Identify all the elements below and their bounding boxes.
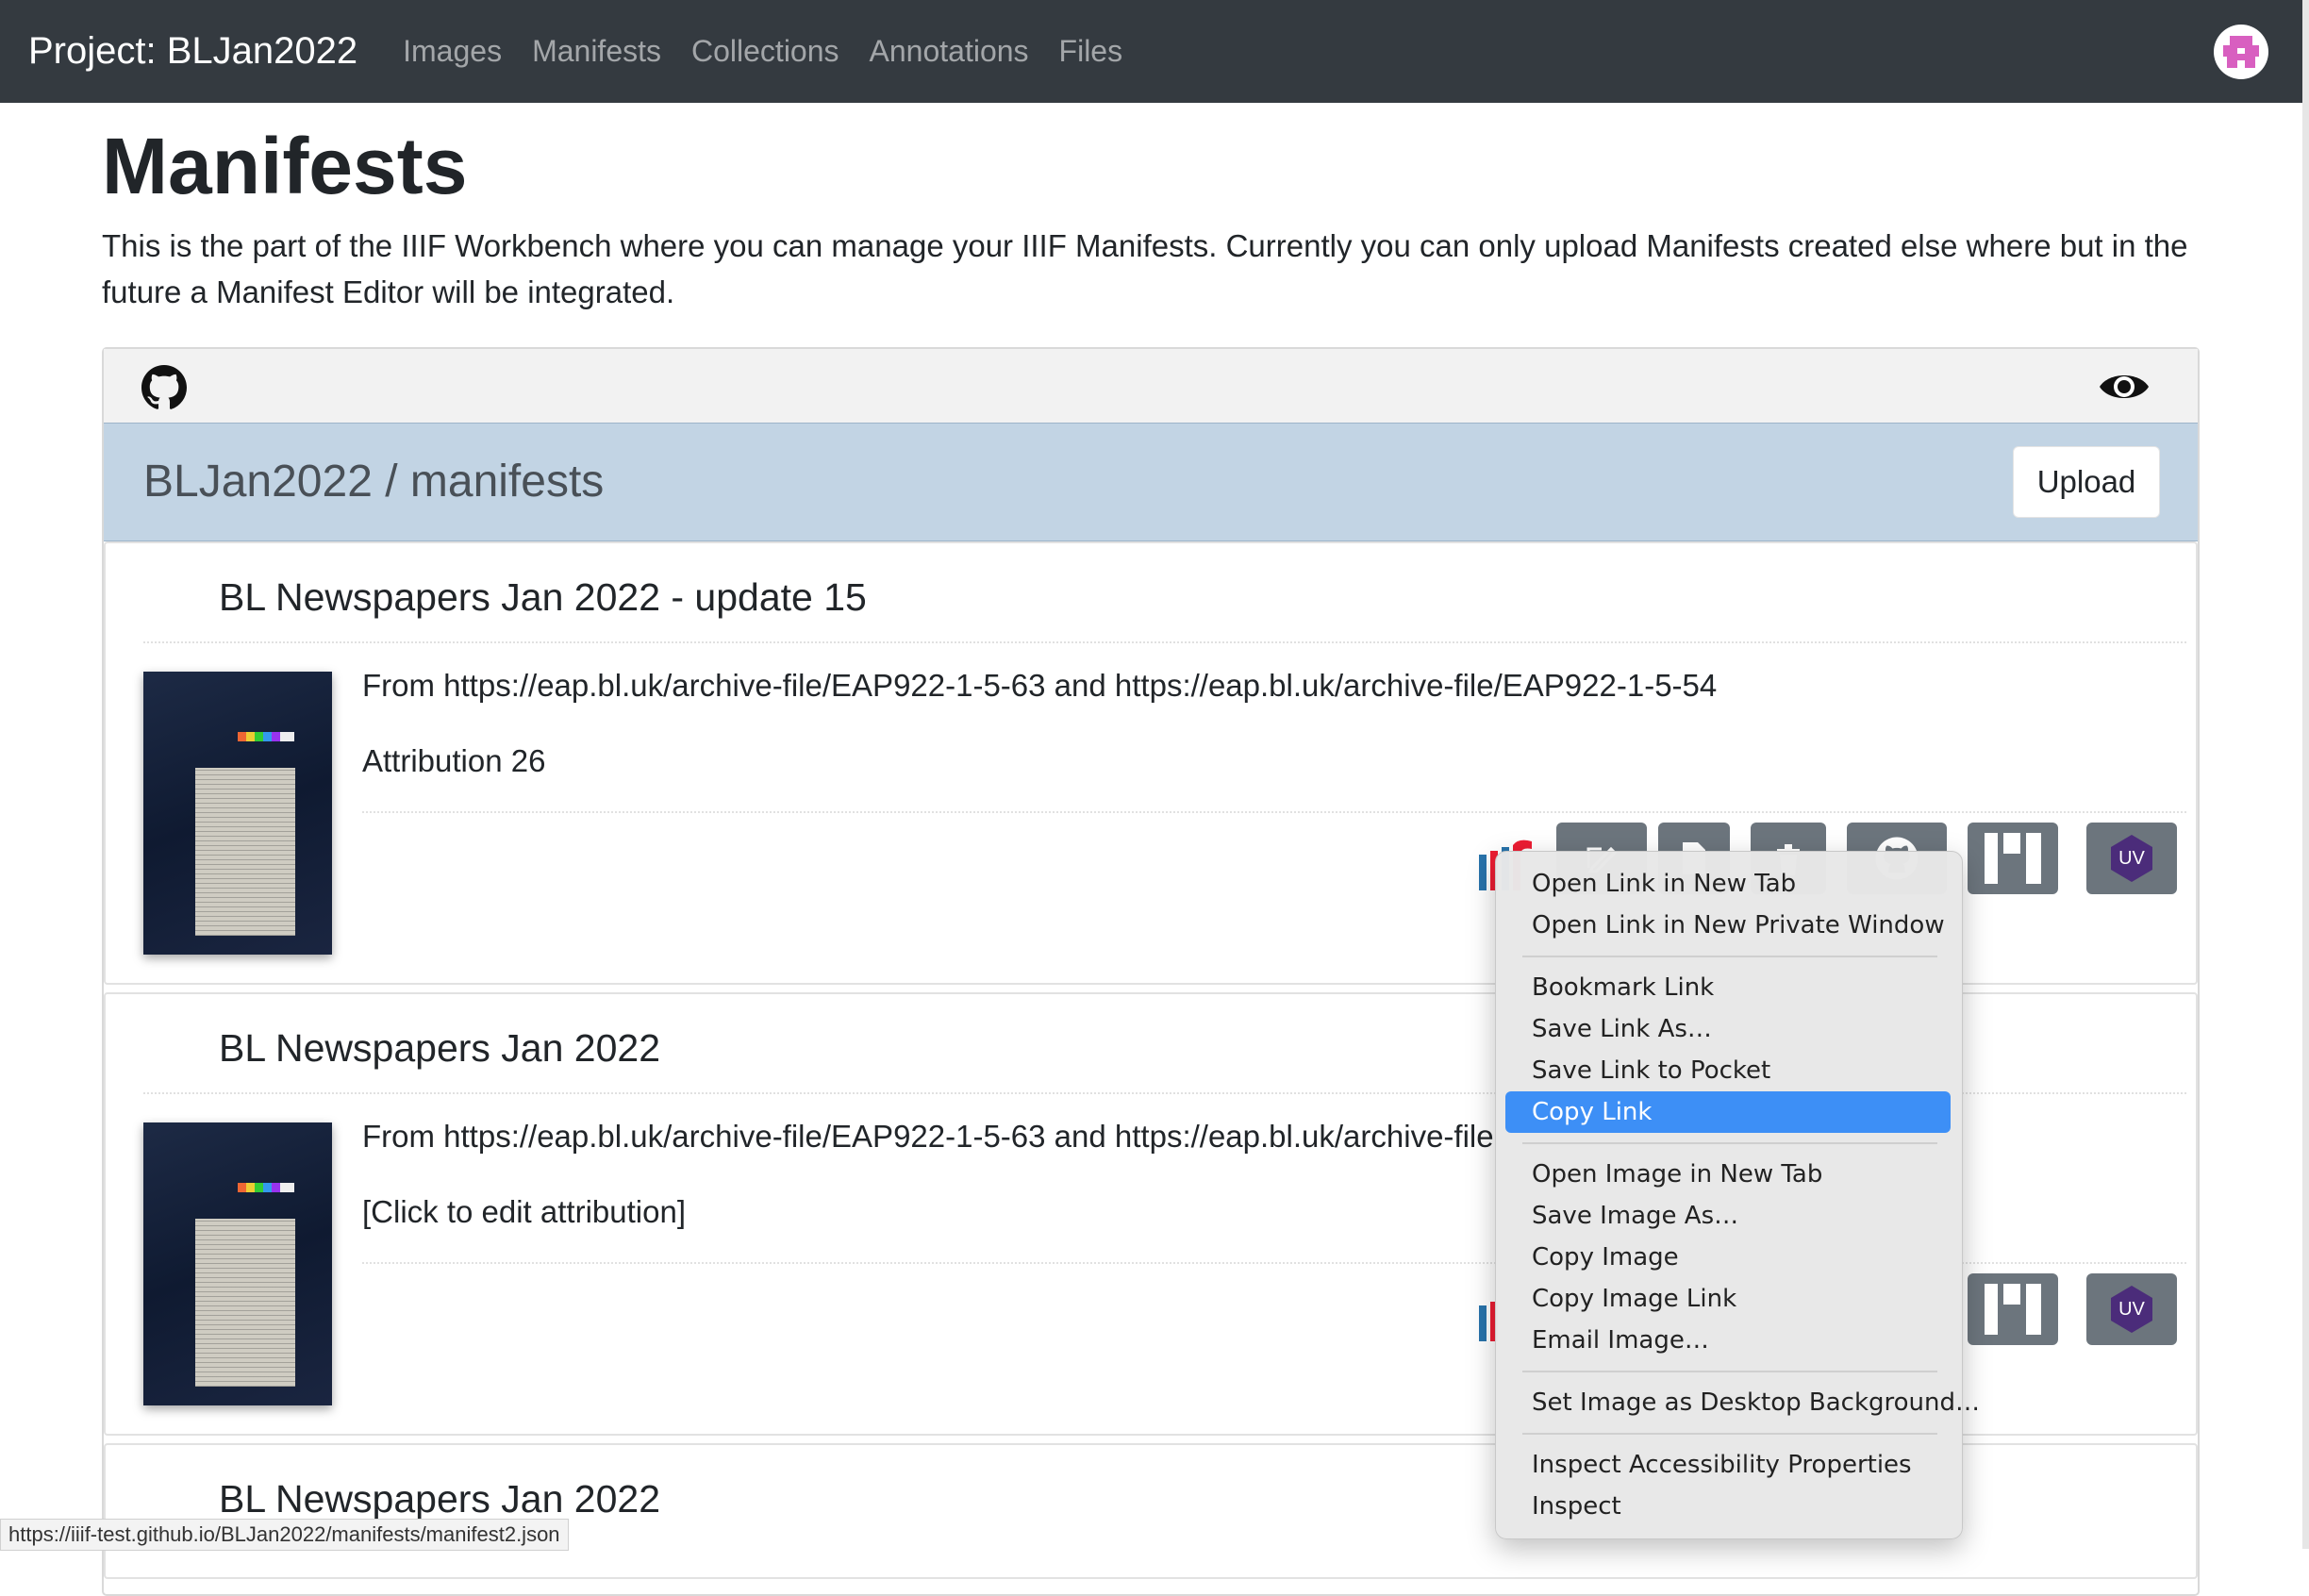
nav-link-manifests[interactable]: Manifests — [532, 34, 661, 69]
menu-email-image[interactable]: Email Image… — [1505, 1320, 1951, 1361]
upload-button[interactable]: Upload — [2013, 446, 2160, 518]
menu-separator — [1522, 1371, 1937, 1372]
manifest-title[interactable]: BL Newspapers Jan 2022 — [219, 1026, 660, 1071]
nav-link-annotations[interactable]: Annotations — [870, 34, 1029, 69]
nav-link-files[interactable]: Files — [1059, 34, 1123, 69]
menu-copy-link[interactable]: Copy Link — [1505, 1091, 1951, 1133]
divider — [143, 641, 2186, 643]
divider — [362, 811, 2186, 813]
mirador-button[interactable] — [1968, 823, 2058, 894]
universal-viewer-button[interactable]: UV — [2086, 823, 2177, 894]
menu-save-link-as[interactable]: Save Link As… — [1505, 1008, 1951, 1050]
uv-label: UV — [2118, 1298, 2145, 1320]
menu-separator — [1522, 956, 1937, 957]
context-menu: Open Link in New Tab Open Link in New Pr… — [1495, 851, 1980, 1539]
repo-header: BLJan2022 / manifests Upload — [104, 423, 2198, 541]
menu-bookmark-link[interactable]: Bookmark Link — [1505, 967, 1951, 1008]
mirador-icon — [1985, 1284, 2041, 1335]
status-bar-url: https://iiif-test.github.io/BLJan2022/ma… — [0, 1519, 569, 1551]
menu-inspect[interactable]: Inspect — [1505, 1486, 1951, 1527]
manifest-thumbnail[interactable] — [143, 672, 332, 955]
menu-open-link-private-window[interactable]: Open Link in New Private Window — [1505, 905, 1951, 946]
nav-link-images[interactable]: Images — [403, 34, 502, 69]
eye-icon[interactable] — [2098, 368, 2151, 406]
manifest-attribution[interactable]: [Click to edit attribution] — [362, 1194, 686, 1230]
uv-label: UV — [2118, 847, 2145, 869]
manifest-attribution[interactable]: Attribution 26 — [362, 743, 545, 779]
menu-inspect-accessibility[interactable]: Inspect Accessibility Properties — [1505, 1444, 1951, 1486]
menu-open-image-new-tab[interactable]: Open Image in New Tab — [1505, 1154, 1951, 1195]
page-scrollbar[interactable] — [2302, 0, 2309, 1549]
mirador-icon — [1985, 833, 2041, 884]
menu-open-link-new-tab[interactable]: Open Link in New Tab — [1505, 863, 1951, 905]
top-navbar: Project: BLJan2022 Images Manifests Coll… — [0, 0, 2302, 103]
menu-copy-image-link[interactable]: Copy Image Link — [1505, 1278, 1951, 1320]
manifest-thumbnail[interactable] — [143, 1122, 332, 1405]
menu-copy-image[interactable]: Copy Image — [1505, 1237, 1951, 1278]
mirador-button[interactable] — [1968, 1273, 2058, 1345]
menu-separator — [1522, 1142, 1937, 1144]
menu-save-link-to-pocket[interactable]: Save Link to Pocket — [1505, 1050, 1951, 1091]
avatar-identicon-icon — [2223, 36, 2259, 68]
github-icon[interactable] — [141, 365, 187, 410]
user-avatar[interactable] — [2214, 25, 2268, 79]
nav-link-collections[interactable]: Collections — [691, 34, 839, 69]
manifest-description[interactable]: From https://eap.bl.uk/archive-file/EAP9… — [362, 668, 1717, 704]
panel-toolbar — [104, 349, 2198, 424]
manifest-title[interactable]: BL Newspapers Jan 2022 — [219, 1477, 660, 1521]
repo-title: BLJan2022 / manifests — [143, 457, 605, 507]
menu-set-desktop-background[interactable]: Set Image as Desktop Background… — [1505, 1382, 1980, 1423]
menu-separator — [1522, 1433, 1937, 1435]
manifest-description[interactable]: From https://eap.bl.uk/archive-file/EAP9… — [362, 1119, 1494, 1155]
universal-viewer-button[interactable]: UV — [2086, 1273, 2177, 1345]
manifest-title[interactable]: BL Newspapers Jan 2022 - update 15 — [219, 575, 867, 620]
page-title: Manifests — [102, 122, 468, 210]
project-brand[interactable]: Project: BLJan2022 — [28, 30, 357, 73]
menu-save-image-as[interactable]: Save Image As… — [1505, 1195, 1951, 1237]
page-intro: This is the part of the IIIF Workbench w… — [102, 228, 2188, 309]
